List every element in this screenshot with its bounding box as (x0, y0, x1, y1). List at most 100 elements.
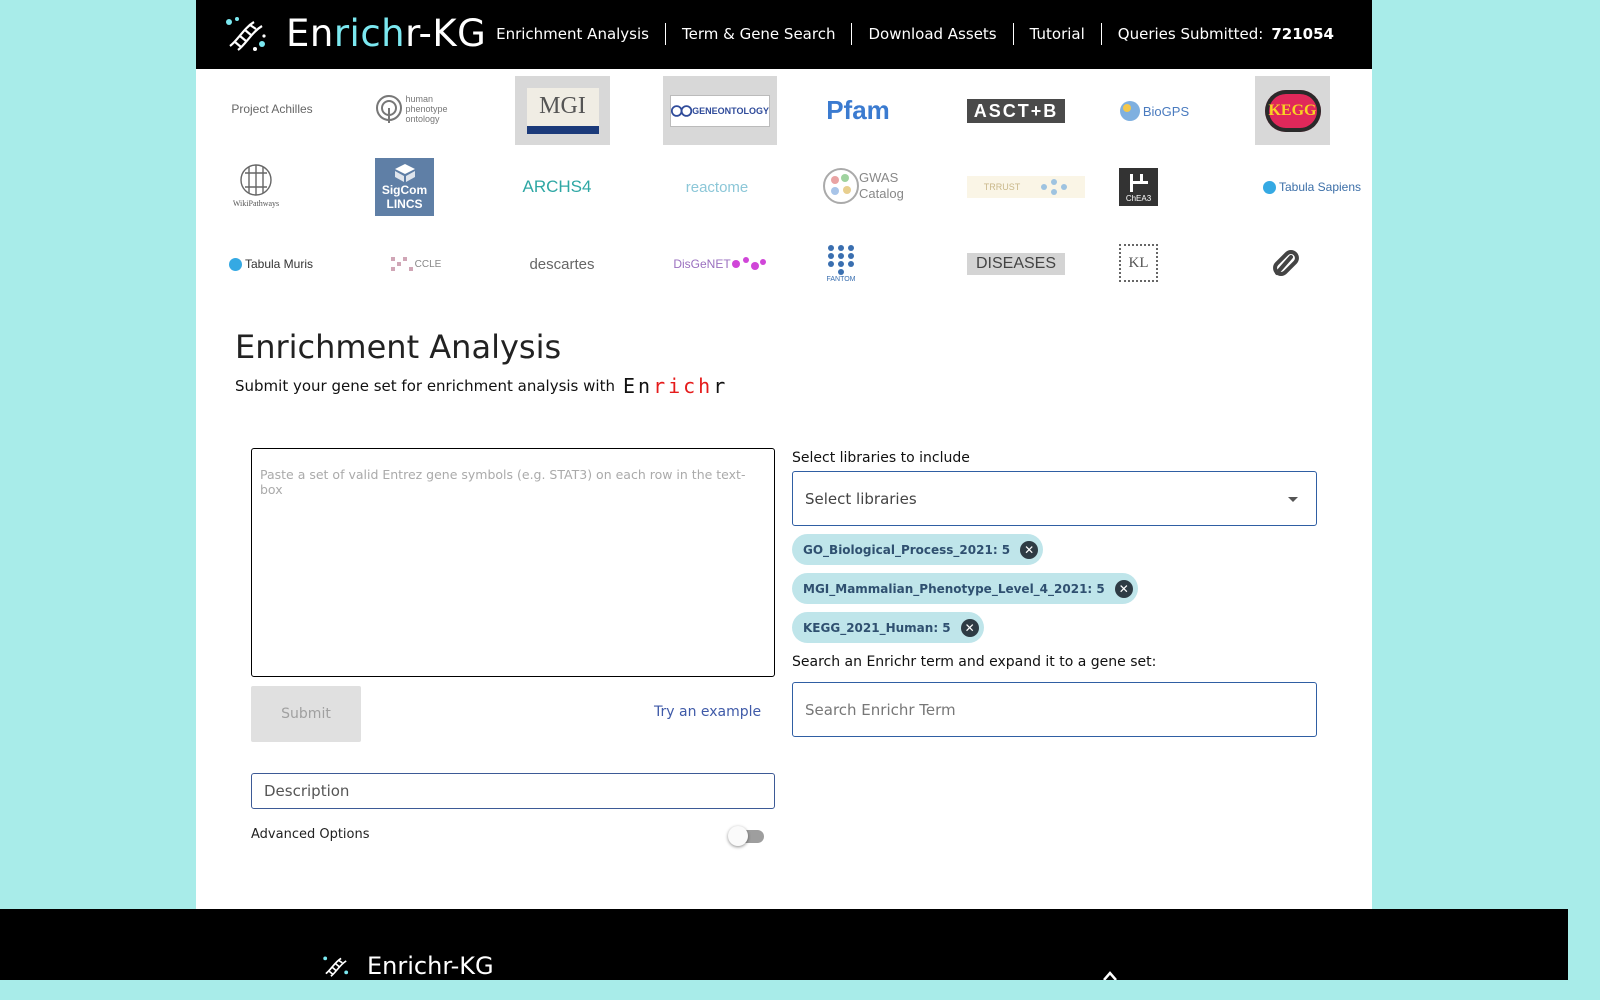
logo-label: MGI (539, 93, 586, 119)
logo-label: ARCHS4 (522, 177, 592, 196)
logo-tabula-sapiens[interactable]: Tabula Sapiens (1262, 176, 1362, 198)
gene-list-textarea[interactable] (251, 448, 775, 677)
logo-gwas-catalog[interactable]: GWAS Catalog (820, 166, 906, 206)
logo-label: WikiPathways (232, 198, 280, 208)
footer-brand[interactable]: Enrichr-KG (322, 952, 494, 980)
library-chip: MGI_Mammalian_Phenotype_Level_4_2021: 5 … (792, 573, 1138, 604)
logo-reactome[interactable]: reactome (672, 176, 762, 198)
try-example-link[interactable]: Try an example (654, 704, 761, 720)
logo-diseases[interactable]: DISEASES (967, 253, 1065, 275)
tabula-muris-icon (228, 257, 242, 271)
dna-icon (323, 956, 349, 977)
logo-label: TRRUST (983, 182, 1021, 192)
remove-chip-icon[interactable]: ✕ (960, 618, 979, 637)
nav-term-gene-search[interactable]: Term & Gene Search (664, 23, 851, 45)
logo-descartes[interactable]: descartes (522, 252, 602, 276)
main-nav: Enrichment Analysis Term & Gene Search D… (480, 20, 1350, 48)
logo-wikipathways[interactable]: WikiPathways (226, 158, 286, 212)
logo-gene-ontology[interactable]: GENEONTOLOGY (663, 76, 777, 145)
nav-enrichment-analysis[interactable]: Enrichment Analysis (480, 23, 665, 45)
logo-label: Tabula Sapiens (1278, 180, 1362, 194)
library-chip: GO_Biological_Process_2021: 5 ✕ (792, 534, 1044, 565)
footer-brand-title: Enrichr-KG (367, 952, 494, 980)
queries-count: 721054 (1271, 25, 1334, 43)
advanced-options-toggle[interactable] (728, 826, 766, 846)
ccle-grid-icon (390, 257, 413, 271)
logo-archs4[interactable]: ARCHS4 (522, 172, 592, 202)
logo-label: Tabula Muris (244, 257, 314, 271)
logo-biogps[interactable]: BioGPS (1114, 98, 1194, 124)
remove-chip-icon[interactable]: ✕ (1114, 579, 1133, 598)
logo-ccle[interactable]: CCLE (375, 254, 457, 274)
logo-label: ChEA3 (1125, 193, 1152, 203)
term-search-label: Search an Enrichr term and expand it to … (792, 654, 1157, 670)
subtitle-text: Submit your gene set for enrichment anal… (235, 377, 615, 395)
page-title: Enrichment Analysis (235, 328, 562, 366)
go-badge: GENEONTOLOGY (670, 94, 770, 127)
logo-label: DisGeNET (673, 257, 731, 271)
logo-label: CCLE (414, 258, 442, 270)
remove-chip-icon[interactable]: ✕ (1020, 540, 1039, 559)
libraries-select[interactable]: Select libraries (792, 471, 1317, 526)
enrichr-wordmark: Enrichr (622, 374, 729, 398)
logo-label: KL (1128, 254, 1149, 271)
page-container: Enrichr-KG Enrichment Analysis Term & Ge… (196, 0, 1372, 909)
libraries-label: Select libraries to include (792, 450, 970, 466)
logo-kl[interactable]: KL (1119, 244, 1158, 282)
logo-label: human phenotype ontology (405, 94, 448, 124)
logo-pfam[interactable]: Pfam (818, 96, 898, 124)
logo-asct-b[interactable]: ASCT+B (967, 99, 1065, 123)
logo-mgi[interactable]: MGI (515, 76, 610, 145)
library-chip: KEGG_2021_Human: 5 ✕ (792, 612, 984, 643)
wikipathways-icon (240, 163, 272, 196)
nav-download-assets[interactable]: Download Assets (851, 23, 1012, 45)
fantom-dots-icon (828, 244, 854, 275)
footer (0, 909, 1568, 980)
library-chip-label: KEGG_2021_Human: 5 (803, 620, 951, 635)
advanced-options-label: Advanced Options (251, 827, 370, 842)
logo-sigcom-lincs[interactable]: SigCom LINCS (375, 158, 434, 216)
footer-partial-icon (1103, 971, 1117, 980)
toggle-knob (728, 826, 748, 846)
library-chip-label: MGI_Mammalian_Phenotype_Level_4_2021: 5 (803, 581, 1105, 596)
library-chip-label: GO_Biological_Process_2021: 5 (803, 542, 1011, 557)
trrust-network-icon (1041, 179, 1068, 195)
tabula-sapiens-icon (1262, 180, 1276, 194)
logo-label: Pfam (826, 96, 890, 124)
description-input[interactable] (251, 773, 775, 809)
logo-chea3[interactable]: ChEA3 (1119, 168, 1158, 206)
logo-label: GWAS Catalog (859, 170, 904, 201)
kegg-badge: KEGG (1264, 89, 1321, 132)
biogps-globe-icon (1119, 101, 1140, 121)
logo-label: ASCT+B (973, 100, 1059, 121)
logo-label: DISEASES (975, 255, 1057, 272)
logo-human-phenotype-ontology[interactable]: human phenotype ontology (374, 92, 456, 126)
top-navbar: Enrichr-KG Enrichment Analysis Term & Ge… (196, 0, 1372, 69)
logo-tabula-muris[interactable]: Tabula Muris (227, 253, 315, 275)
page-subtitle: Submit your gene set for enrichment anal… (235, 374, 728, 398)
logo-label: SigCom LINCS (381, 183, 428, 211)
brand-logo[interactable]: Enrichr-KG (224, 12, 486, 56)
dna-icon (226, 17, 266, 51)
logo-trrust[interactable]: TRRUST (967, 176, 1085, 198)
chevron-down-icon (1288, 497, 1298, 502)
logo-drug-pill[interactable] (1268, 246, 1304, 280)
logo-label: FANTOM (826, 275, 856, 283)
logo-kegg[interactable]: KEGG (1255, 76, 1330, 145)
logo-label: descartes (529, 255, 595, 273)
nav-tutorial[interactable]: Tutorial (1012, 23, 1101, 45)
logo-fantom[interactable]: FANTOM (824, 242, 858, 284)
mgi-badge: MGI (526, 87, 599, 134)
logo-label: reactome (685, 178, 749, 196)
logo-label: KEGG (1268, 101, 1317, 119)
pill-icon (1273, 250, 1299, 276)
hpo-icon (375, 95, 402, 123)
logo-label: Project Achilles (231, 102, 313, 116)
term-search-input[interactable] (792, 682, 1317, 737)
chea3-icon (1129, 173, 1148, 192)
logo-label: BioGPS (1142, 103, 1190, 119)
logo-disgenet[interactable]: DisGeNET (672, 250, 768, 278)
libraries-placeholder: Select libraries (805, 489, 917, 508)
submit-button[interactable]: Submit (251, 686, 361, 742)
logo-project-achilles[interactable]: Project Achilles (226, 98, 318, 120)
